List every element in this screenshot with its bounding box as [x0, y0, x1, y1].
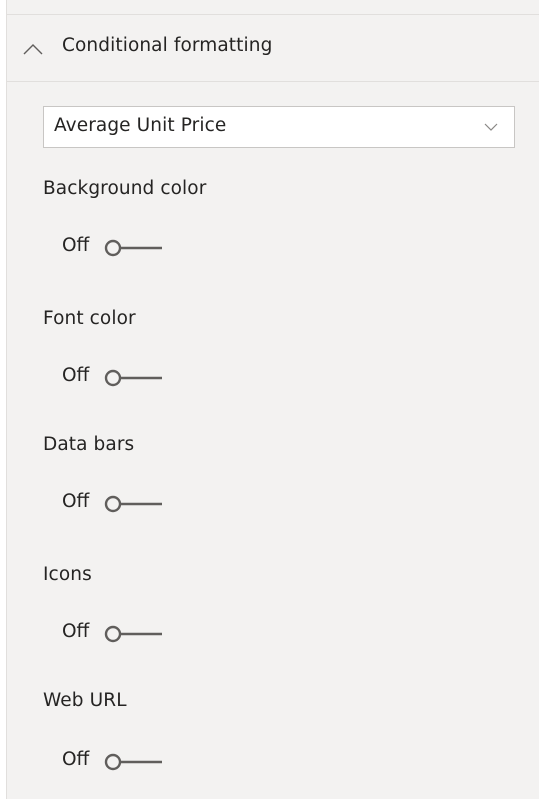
- font-color-toggle[interactable]: Off: [62, 364, 172, 392]
- web-url-toggle[interactable]: Off: [62, 748, 172, 776]
- field-dropdown[interactable]: Average Unit Price: [43, 106, 515, 148]
- toggle-switch-icon[interactable]: [104, 753, 164, 771]
- toggle-state-text: Off: [62, 749, 90, 770]
- toggle-state-text: Off: [62, 235, 90, 256]
- toggle-switch-icon[interactable]: [104, 495, 164, 513]
- section-title: Conditional formatting: [62, 35, 273, 56]
- data-bars-label: Data bars: [43, 434, 135, 455]
- conditional-formatting-header[interactable]: Conditional formatting: [7, 14, 539, 82]
- background-color-toggle[interactable]: Off: [62, 234, 172, 262]
- dropdown-selected-value: Average Unit Price: [54, 115, 227, 136]
- chevron-up-icon[interactable]: [23, 43, 43, 55]
- chevron-down-icon: [484, 123, 498, 131]
- icons-label: Icons: [43, 564, 92, 585]
- font-color-label: Font color: [43, 308, 136, 329]
- toggle-state-text: Off: [62, 365, 90, 386]
- toggle-state-text: Off: [62, 491, 90, 512]
- web-url-label: Web URL: [43, 690, 127, 711]
- data-bars-toggle[interactable]: Off: [62, 490, 172, 518]
- toggle-switch-icon[interactable]: [104, 625, 164, 643]
- toggle-switch-icon[interactable]: [104, 369, 164, 387]
- format-pane: Conditional formatting Average Unit Pric…: [6, 0, 539, 799]
- background-color-label: Background color: [43, 178, 207, 199]
- toggle-switch-icon[interactable]: [104, 239, 164, 257]
- icons-toggle[interactable]: Off: [62, 620, 172, 648]
- toggle-state-text: Off: [62, 621, 90, 642]
